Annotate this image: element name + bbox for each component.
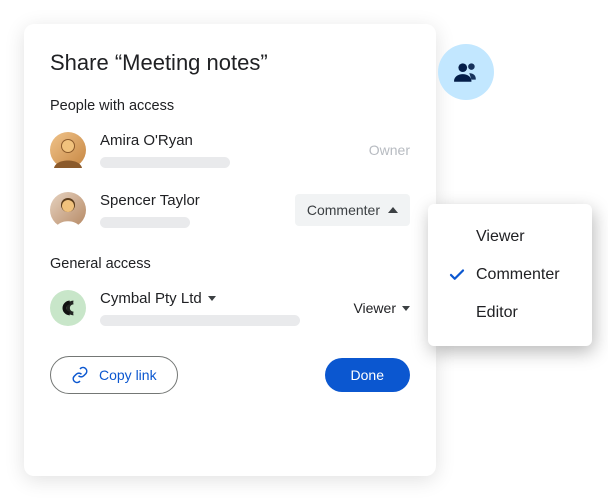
person-row: Spencer Taylor Commenter (50, 186, 410, 246)
org-name: Cymbal Pty Ltd (100, 290, 202, 307)
chevron-down-icon (402, 306, 410, 311)
role-dropdown[interactable]: Commenter (295, 194, 410, 226)
general-role-dropdown[interactable]: Viewer (353, 300, 410, 316)
general-section-label: General access (50, 256, 410, 272)
dialog-footer: Copy link Done (50, 356, 410, 394)
check-icon (448, 266, 466, 284)
person-name-block: Amira O'Ryan (100, 132, 355, 168)
role-menu-label: Commenter (476, 266, 560, 284)
role-menu-item-commenter[interactable]: Commenter (428, 256, 592, 294)
general-access-row: Cymbal Pty Ltd Viewer (50, 284, 410, 350)
chevron-up-icon (388, 207, 398, 213)
cymbal-logo-icon (57, 297, 79, 319)
person-email-placeholder (100, 157, 230, 168)
person-email-placeholder (100, 217, 190, 228)
role-menu-label: Editor (476, 304, 518, 322)
role-menu-item-viewer[interactable]: Viewer (428, 218, 592, 256)
general-role-label: Viewer (353, 300, 396, 316)
person-name-block: Spencer Taylor (100, 192, 281, 228)
copy-link-button[interactable]: Copy link (50, 356, 178, 394)
copy-link-label: Copy link (99, 367, 157, 383)
people-section-label: People with access (50, 98, 410, 114)
done-button[interactable]: Done (325, 358, 410, 392)
role-dropdown-label: Commenter (307, 202, 380, 218)
dialog-title: Share “Meeting notes” (50, 50, 410, 76)
role-menu-label: Viewer (476, 228, 525, 246)
org-name-block: Cymbal Pty Ltd (100, 290, 339, 326)
org-desc-placeholder (100, 315, 300, 326)
role-menu-item-editor[interactable]: Editor (428, 294, 592, 332)
org-scope-dropdown[interactable]: Cymbal Pty Ltd (100, 290, 339, 307)
people-badge (438, 44, 494, 100)
person-name: Amira O'Ryan (100, 132, 355, 149)
people-icon (453, 59, 479, 85)
role-owner-label: Owner (369, 142, 410, 158)
avatar (50, 132, 86, 168)
person-row: Amira O'Ryan Owner (50, 126, 410, 186)
chevron-down-icon (208, 296, 216, 301)
person-name: Spencer Taylor (100, 192, 281, 209)
share-dialog: Share “Meeting notes” People with access… (24, 24, 436, 476)
link-icon (71, 366, 89, 384)
avatar (50, 192, 86, 228)
org-avatar (50, 290, 86, 326)
role-menu: Viewer Commenter Editor (428, 204, 592, 346)
